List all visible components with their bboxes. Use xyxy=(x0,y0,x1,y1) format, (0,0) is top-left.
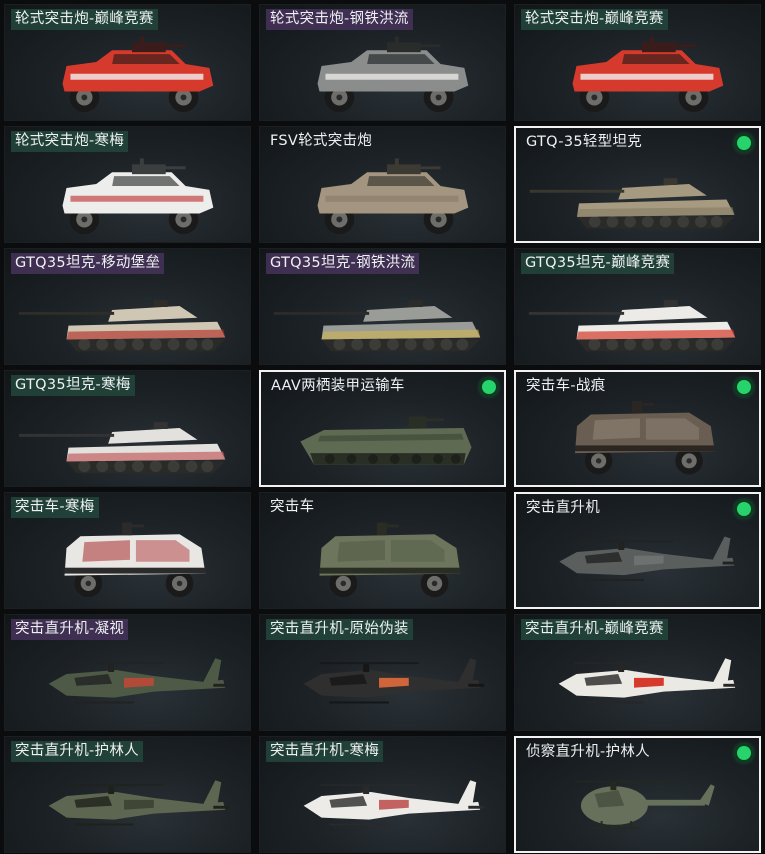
vehicle-card[interactable]: GTQ35坦克-移动堡垒 xyxy=(4,248,251,365)
vehicle-card[interactable]: 突击直升机 xyxy=(514,492,761,609)
vehicle-name-label: 突击车-寒梅 xyxy=(11,497,99,518)
owned-indicator-icon xyxy=(737,746,751,760)
vehicle-name-label: GTQ35坦克-巅峰竞赛 xyxy=(521,253,675,274)
vehicle-name-label: 突击车 xyxy=(270,499,315,515)
vehicle-card[interactable]: 突击车-战痕 xyxy=(514,370,761,487)
vehicle-card[interactable]: 突击直升机-护林人 xyxy=(4,736,251,853)
vehicle-name-label: 突击直升机-巅峰竞赛 xyxy=(521,619,668,640)
vehicle-name-label: GTQ35坦克-钢铁洪流 xyxy=(266,253,420,274)
owned-indicator-icon xyxy=(482,380,496,394)
vehicle-name-label: GTQ35坦克-移动堡垒 xyxy=(11,253,165,274)
vehicle-name-label: GTQ-35轻型坦克 xyxy=(526,134,643,150)
vehicle-name-label: 突击直升机-护林人 xyxy=(11,741,143,762)
vehicle-card[interactable]: GTQ35坦克-寒梅 xyxy=(4,370,251,487)
vehicle-card[interactable]: 突击直升机-巅峰竞赛 xyxy=(514,614,761,731)
vehicle-card[interactable]: 突击车-寒梅 xyxy=(4,492,251,609)
vehicle-card[interactable]: AAV两栖装甲运输车 xyxy=(259,370,506,487)
vehicle-name-label: 轮式突击炮-巅峰竞赛 xyxy=(11,9,158,30)
vehicle-name-label: 突击直升机-原始伪装 xyxy=(266,619,413,640)
vehicle-card[interactable]: GTQ-35轻型坦克 xyxy=(514,126,761,243)
vehicle-card[interactable]: GTQ35坦克-钢铁洪流 xyxy=(259,248,506,365)
vehicle-card[interactable]: 侦察直升机-护林人 xyxy=(514,736,761,853)
vehicle-card[interactable]: 突击直升机-寒梅 xyxy=(259,736,506,853)
vehicle-card[interactable]: 轮式突击炮-巅峰竞赛 xyxy=(4,4,251,121)
vehicle-card[interactable]: 轮式突击炮-巅峰竞赛 xyxy=(514,4,761,121)
vehicle-name-label: 突击直升机-寒梅 xyxy=(266,741,384,762)
vehicle-card[interactable]: 突击车 xyxy=(259,492,506,609)
vehicle-card[interactable]: 轮式突击炮-寒梅 xyxy=(4,126,251,243)
vehicle-name-label: FSV轮式突击炮 xyxy=(270,133,373,149)
owned-indicator-icon xyxy=(737,380,751,394)
vehicle-card[interactable]: 突击直升机-原始伪装 xyxy=(259,614,506,731)
vehicle-card[interactable]: 轮式突击炮-钢铁洪流 xyxy=(259,4,506,121)
vehicle-name-label: 突击直升机-凝视 xyxy=(11,619,129,640)
vehicle-name-label: 突击车-战痕 xyxy=(526,378,606,394)
vehicle-name-label: 轮式突击炮-钢铁洪流 xyxy=(266,9,413,30)
vehicle-card[interactable]: FSV轮式突击炮 xyxy=(259,126,506,243)
vehicle-card[interactable]: GTQ35坦克-巅峰竞赛 xyxy=(514,248,761,365)
vehicle-name-label: 侦察直升机-护林人 xyxy=(526,744,650,760)
vehicle-name-label: 突击直升机 xyxy=(526,500,600,516)
vehicle-name-label: GTQ35坦克-寒梅 xyxy=(11,375,135,396)
vehicle-card[interactable]: 突击直升机-凝视 xyxy=(4,614,251,731)
vehicle-name-label: 轮式突击炮-巅峰竞赛 xyxy=(521,9,668,30)
vehicle-name-label: AAV两栖装甲运输车 xyxy=(271,378,405,394)
owned-indicator-icon xyxy=(737,502,751,516)
vehicle-skin-grid: 轮式突击炮-巅峰竞赛 轮式突击炮-钢铁洪流 轮式突击炮-巅峰竞赛 轮式突击炮-寒… xyxy=(4,4,761,853)
vehicle-name-label: 轮式突击炮-寒梅 xyxy=(11,131,129,152)
owned-indicator-icon xyxy=(737,136,751,150)
